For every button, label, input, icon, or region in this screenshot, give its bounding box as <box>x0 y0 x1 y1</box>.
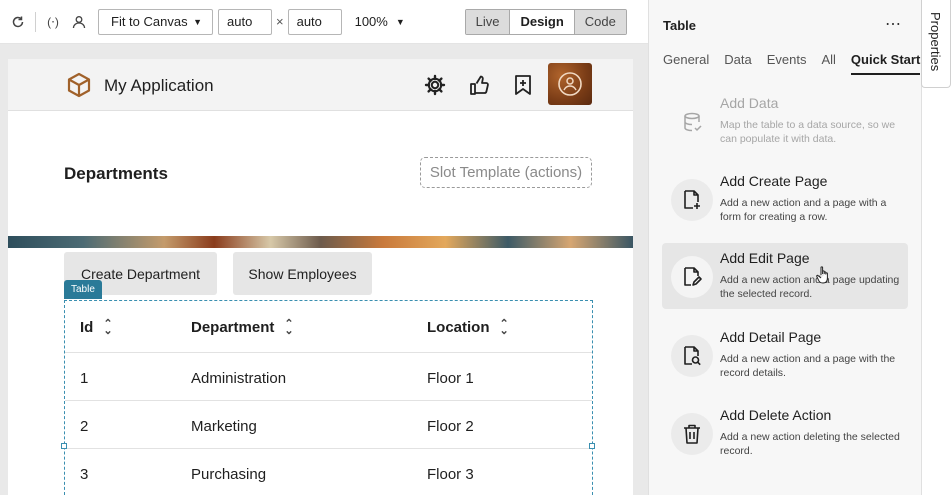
zoom-value: 100% <box>354 14 388 29</box>
quick-start-desc: Map the table to a data source, so we ca… <box>720 119 896 145</box>
width-input[interactable]: auto <box>218 8 272 35</box>
tab-all[interactable]: All <box>821 52 835 75</box>
page-add-icon <box>671 179 713 221</box>
column-label: Department <box>191 319 275 336</box>
mode-design-button[interactable]: Design <box>509 9 574 34</box>
thumbs-up-icon[interactable] <box>468 73 492 97</box>
tab-data[interactable]: Data <box>724 52 751 75</box>
show-employees-button[interactable]: Show Employees <box>233 252 372 295</box>
gear-icon[interactable] <box>423 73 447 97</box>
fit-canvas-select[interactable]: Fit to Canvas ▼ <box>98 8 213 35</box>
row-divider <box>65 448 592 449</box>
departments-table[interactable]: Id ⌃ ⌄ Department ⌃ ⌄ Location ⌃ ⌄ 1 Admini… <box>64 300 593 495</box>
row-divider <box>65 352 592 353</box>
sort-icon[interactable]: ⌃ ⌄ <box>500 318 509 336</box>
column-label: Id <box>80 319 94 336</box>
user-icon[interactable] <box>68 11 90 33</box>
properties-side-tab-label: Properties <box>928 12 943 72</box>
zoom-select[interactable]: 100% ▼ <box>355 14 407 29</box>
quick-start-add-edit-page[interactable]: Add Edit Page Add a new action and a pag… <box>662 243 908 309</box>
avatar[interactable] <box>548 63 592 105</box>
caret-down-icon: ▼ <box>395 16 405 27</box>
app-title: My Application <box>104 76 214 95</box>
hand-cursor-icon <box>816 265 832 290</box>
quick-start-title: Add Delete Action <box>720 407 832 423</box>
quick-start-title: Add Edit Page <box>720 250 810 266</box>
quick-start-title: Add Detail Page <box>720 329 822 345</box>
tab-general[interactable]: General <box>663 52 709 75</box>
quick-start-desc: Add a new action and a page updating the… <box>720 274 900 300</box>
sort-icon[interactable]: ⌃ ⌄ <box>103 318 112 336</box>
quick-start-add-detail-page[interactable]: Add Detail Page Add a new action and a p… <box>662 322 908 388</box>
quick-start-add-create-page[interactable]: Add Create Page Add a new action and a p… <box>662 166 908 232</box>
quick-start-add-data: Add Data Map the table to a data source,… <box>662 88 908 154</box>
column-header-id[interactable]: Id ⌃ ⌄ <box>80 318 113 336</box>
fit-canvas-label: Fit to Canvas <box>111 14 188 29</box>
properties-panel: Table ⋯ General Data Events All Quick St… <box>648 0 921 495</box>
quick-start-title: Add Create Page <box>720 173 828 189</box>
cell-id: 3 <box>80 466 89 483</box>
height-input[interactable]: auto <box>287 8 342 35</box>
mode-code-button[interactable]: Code <box>573 9 626 34</box>
column-label: Location <box>427 319 490 336</box>
quick-start-desc: Add a new action deleting the selected r… <box>720 431 900 457</box>
cube-logo-icon <box>66 72 92 98</box>
panel-title: Table <box>663 18 696 33</box>
designer-toolbar: (⋅) Fit to Canvas ▼ auto × auto 100% ▼ L… <box>0 0 648 44</box>
table-component-badge[interactable]: Table <box>64 280 102 299</box>
row-divider <box>65 400 592 401</box>
toolbar-divider <box>35 11 36 32</box>
cell-department: Purchasing <box>191 466 267 483</box>
cell-id: 1 <box>80 370 89 387</box>
avatar-user-icon <box>558 72 582 96</box>
times-label: × <box>276 14 284 29</box>
bookmark-add-icon[interactable] <box>511 73 535 97</box>
more-options-icon[interactable]: ⋯ <box>885 14 902 34</box>
mode-live-button[interactable]: Live <box>465 9 510 34</box>
decorative-banner <box>8 236 633 248</box>
trash-icon <box>671 413 713 455</box>
column-header-location[interactable]: Location ⌃ ⌄ <box>427 318 509 336</box>
caret-down-icon: ▼ <box>193 16 202 27</box>
cell-department: Administration <box>191 370 287 387</box>
slot-template-placeholder[interactable]: Slot Template (actions) <box>420 157 592 188</box>
panel-tabs: General Data Events All Quick Start <box>663 52 921 75</box>
cell-department: Marketing <box>191 418 257 435</box>
app-preview: My Application Departments Slot Template… <box>8 59 633 495</box>
quick-start-add-delete-action[interactable]: Add Delete Action Add a new action delet… <box>662 400 908 466</box>
cell-id: 2 <box>80 418 89 435</box>
refresh-icon[interactable] <box>7 11 29 33</box>
tab-quick-start[interactable]: Quick Start <box>850 52 921 75</box>
cell-location: Floor 2 <box>427 418 474 435</box>
page-title: Departments <box>64 164 168 183</box>
quick-start-desc: Add a new action and a page with the rec… <box>720 353 896 379</box>
cell-location: Floor 3 <box>427 466 474 483</box>
tab-events[interactable]: Events <box>767 52 807 75</box>
database-icon <box>671 101 713 143</box>
page-search-icon <box>671 335 713 377</box>
cell-location: Floor 1 <box>427 370 474 387</box>
resize-handle-left[interactable] <box>61 443 67 449</box>
resize-handle-right[interactable] <box>589 443 595 449</box>
width-value: auto <box>227 14 253 29</box>
height-value: auto <box>296 14 322 29</box>
column-header-department[interactable]: Department ⌃ ⌄ <box>191 318 294 336</box>
sort-icon[interactable]: ⌃ ⌄ <box>284 318 293 336</box>
variables-icon[interactable]: (⋅) <box>42 11 64 33</box>
quick-start-desc: Add a new action and a page with a form … <box>720 197 887 223</box>
mode-switch: Live Design Code <box>464 8 627 35</box>
properties-side-tab[interactable]: Properties <box>921 0 951 88</box>
page-edit-icon <box>671 256 713 298</box>
quick-start-title: Add Data <box>720 95 779 111</box>
app-header: My Application <box>8 59 633 111</box>
